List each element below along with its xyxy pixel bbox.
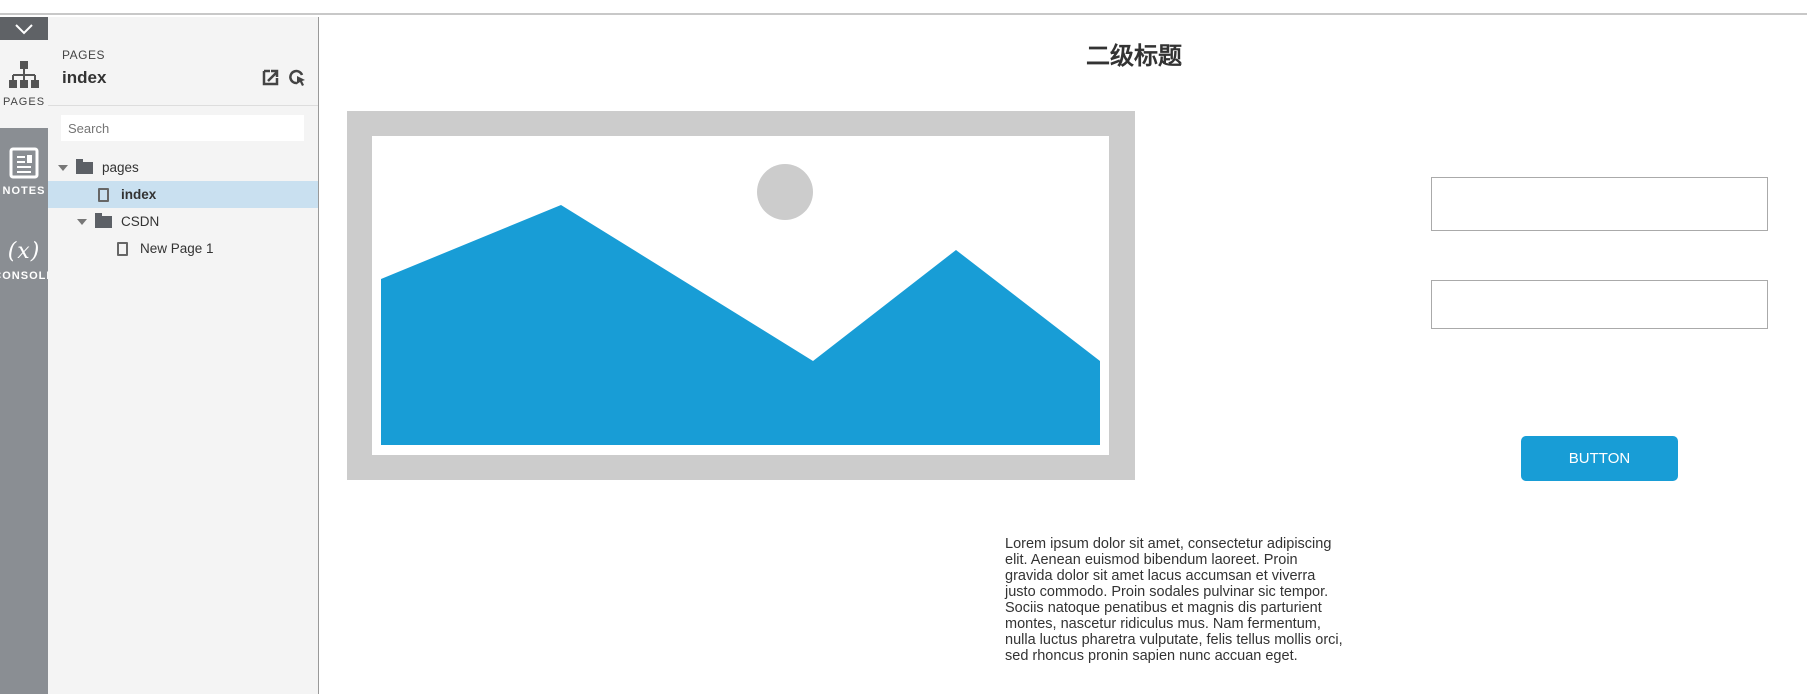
- text-input-2[interactable]: [1431, 280, 1768, 329]
- variable-x-icon: (x): [7, 238, 41, 264]
- paragraph-text: Lorem ipsum dolor sit amet, consectetur …: [1005, 536, 1343, 664]
- sitemap-icon: [9, 61, 39, 88]
- panel-section-label: PAGES: [62, 48, 105, 62]
- open-external-icon[interactable]: [262, 69, 279, 86]
- tree-item-label: CSDN: [121, 214, 160, 229]
- current-page-title: index: [62, 68, 107, 87]
- page-icon: [98, 187, 109, 202]
- folder-icon: [76, 158, 93, 174]
- tree-item-label: New Page 1: [140, 241, 214, 256]
- page-tree: pages index CSDN New Page 1: [48, 154, 318, 262]
- collapse-button[interactable]: [0, 17, 48, 40]
- primary-button[interactable]: BUTTON: [1521, 436, 1678, 481]
- folder-icon: [95, 212, 112, 228]
- caret-down-icon[interactable]: [58, 164, 68, 171]
- tree-item-pages-folder[interactable]: pages: [48, 154, 318, 181]
- sidebar-item-label: PAGES: [2, 96, 46, 108]
- browser-bookmarks-strip: [0, 0, 1807, 15]
- image-placeholder-icon: [347, 111, 1135, 480]
- locate-page-icon[interactable]: [289, 69, 306, 86]
- tree-item-new-page-1[interactable]: New Page 1: [48, 235, 318, 262]
- sidebar-item-pages[interactable]: PAGES: [0, 40, 48, 128]
- text-input-1[interactable]: [1431, 177, 1768, 231]
- left-icon-bar: PAGES NOTES (x) CONSOLE: [0, 17, 48, 694]
- search-input[interactable]: [61, 115, 304, 141]
- tree-item-index[interactable]: index: [48, 181, 318, 208]
- page-heading: 二级标题: [1086, 43, 1182, 70]
- pages-panel: PAGES index pages index CSDN New Page 1: [48, 17, 319, 694]
- page-icon: [117, 241, 128, 256]
- sidebar-item-label: NOTES: [2, 185, 46, 197]
- tree-item-label: index: [121, 187, 157, 202]
- tree-item-csdn-folder[interactable]: CSDN: [48, 208, 318, 235]
- sidebar-item-label: CONSOLE: [0, 269, 48, 282]
- notes-icon: [9, 147, 39, 179]
- chevron-down-icon: [15, 23, 33, 34]
- caret-down-icon[interactable]: [77, 218, 87, 225]
- tree-item-label: pages: [102, 160, 139, 175]
- sidebar-item-console[interactable]: (x) CONSOLE: [0, 216, 48, 304]
- divider: [48, 105, 318, 106]
- sidebar-item-notes[interactable]: NOTES: [0, 128, 48, 216]
